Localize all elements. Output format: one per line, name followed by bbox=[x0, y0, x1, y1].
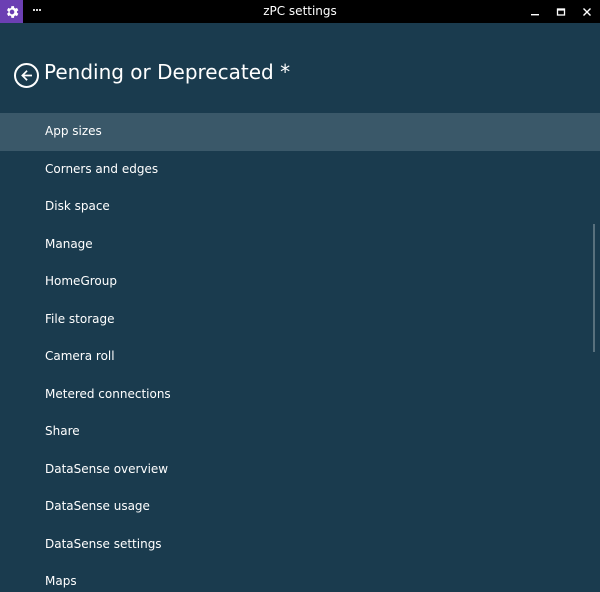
page-title: Pending or Deprecated * bbox=[44, 60, 291, 84]
list-item[interactable]: Share bbox=[0, 413, 600, 451]
list-item[interactable]: Disk space bbox=[0, 188, 600, 226]
page-header: Pending or Deprecated * bbox=[0, 23, 600, 113]
list-item[interactable]: Camera roll bbox=[0, 338, 600, 376]
back-button[interactable] bbox=[14, 63, 39, 88]
close-button[interactable] bbox=[574, 0, 600, 23]
list-item[interactable]: Metered connections bbox=[0, 376, 600, 414]
list-item[interactable]: Maps bbox=[0, 563, 600, 592]
list-item[interactable]: Manage bbox=[0, 226, 600, 264]
scrollbar[interactable] bbox=[593, 224, 595, 352]
list-item[interactable]: Corners and edges bbox=[0, 151, 600, 189]
close-icon bbox=[583, 7, 591, 16]
maximize-icon bbox=[556, 7, 566, 16]
list-item[interactable]: HomeGroup bbox=[0, 263, 600, 301]
settings-list: App sizes Corners and edges Disk space Mana… bbox=[0, 113, 600, 592]
window-title: zPC settings bbox=[263, 4, 337, 18]
list-item[interactable]: DataSense settings bbox=[0, 526, 600, 564]
minimize-button[interactable] bbox=[522, 0, 548, 23]
title-bar: zPC settings bbox=[0, 0, 600, 23]
back-arrow-icon bbox=[21, 70, 32, 81]
settings-window: zPC settings Pending or Deprecated * App… bbox=[0, 0, 600, 592]
gear-icon[interactable] bbox=[0, 0, 23, 23]
list-item[interactable]: File storage bbox=[0, 301, 600, 339]
list-item[interactable]: DataSense usage bbox=[0, 488, 600, 526]
minimize-icon bbox=[531, 13, 539, 15]
list-item[interactable]: DataSense overview bbox=[0, 451, 600, 489]
more-options-icon[interactable] bbox=[29, 2, 45, 18]
window-controls bbox=[522, 0, 600, 23]
list-item[interactable]: App sizes bbox=[0, 113, 600, 151]
maximize-button[interactable] bbox=[548, 0, 574, 23]
